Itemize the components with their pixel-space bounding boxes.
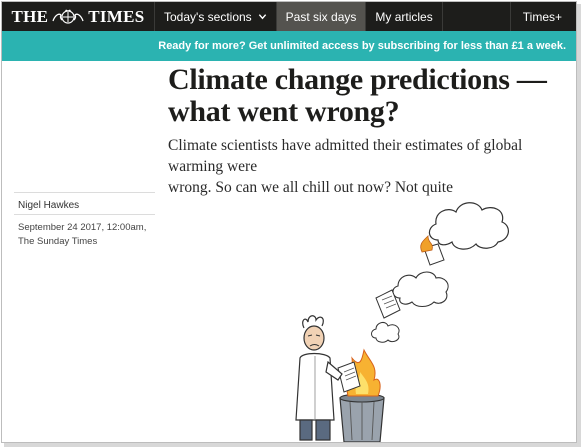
author-name[interactable]: Nigel Hawkes [18,200,79,211]
nav-past-six-days-label: Past six days [285,9,357,24]
nav-todays-sections-label: Today's sections [164,9,252,24]
nav-times-plus[interactable]: Times+ [509,2,576,31]
page: THE TIMES Today's sections Past six days… [0,0,582,447]
headline-line-2: what went wrong? [168,95,400,128]
nav-times-plus-label: Times+ [522,9,562,24]
cloud-small [371,321,400,343]
subscription-promo-banner[interactable]: Ready for more? Get unlimited access by … [2,31,576,61]
chevron-down-icon [258,14,266,20]
publication-name: The Sunday Times [18,236,98,247]
times-logo[interactable]: THE TIMES [2,2,154,31]
logo-text-the: THE [11,6,49,26]
nav-my-articles-label: My articles [375,9,433,24]
dateline: September 24 2017, 12:00am, The Sunday T… [18,221,158,249]
nav-past-six-days[interactable]: Past six days [275,2,366,31]
nav-spacer [441,2,510,31]
standfirst-line-1: Climate scientists have admitted their e… [168,137,523,175]
publish-date: September 24 2017, 12:00am, [18,222,147,233]
nav-todays-sections[interactable]: Today's sections [154,2,276,31]
promo-text: Ready for more? Get unlimited access by … [158,40,566,52]
scientist-figure [295,315,343,441]
article-headline: Climate change predictions — what went w… [168,64,568,128]
cloud-large [428,202,509,250]
drop-shadow-right [577,4,581,445]
top-navigation-bar: THE TIMES Today's sections Past six days… [2,2,576,31]
drop-shadow-bottom [4,443,581,447]
cloud-medium [392,271,449,308]
logo-text-times: TIMES [88,6,145,26]
royal-crest-icon [52,9,84,24]
article-standfirst: Climate scientists have admitted their e… [168,135,572,198]
byline-divider-bottom [14,214,155,215]
nav-my-articles[interactable]: My articles [365,2,441,31]
headline-line-1: Climate change predictions — [168,63,547,96]
article-illustration [295,202,509,442]
trash-bin [339,393,385,442]
byline-divider-top [14,192,155,193]
